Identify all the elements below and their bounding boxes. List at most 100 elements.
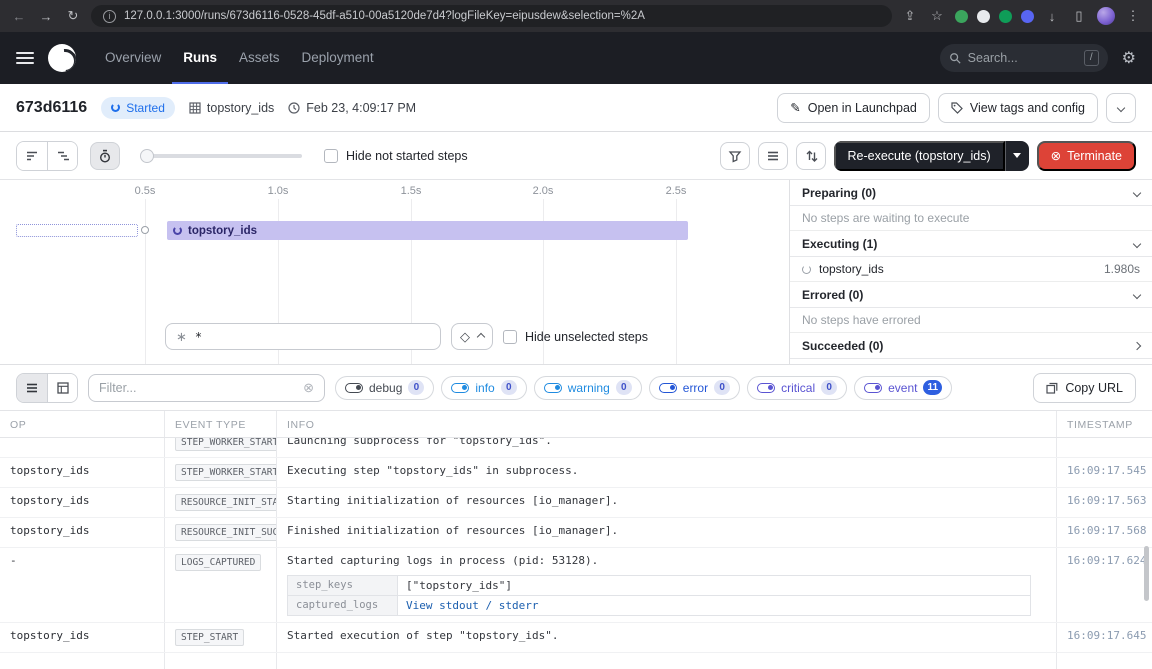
gantt-zoom-slider[interactable] xyxy=(142,154,302,158)
download-icon[interactable]: ↓ xyxy=(1043,9,1061,24)
filter-steps-button[interactable] xyxy=(720,142,750,170)
collapse-chevron-icon[interactable] xyxy=(477,332,485,340)
step-handle-icon[interactable] xyxy=(141,226,149,234)
section-preparing[interactable]: Preparing (0) xyxy=(790,180,1152,206)
url-bar[interactable]: i 127.0.0.1:3000/runs/673d6116-0528-45df… xyxy=(91,5,892,27)
log-row[interactable]: topstory_ids RESOURCE_INIT_SUCC... Finis… xyxy=(0,518,1152,548)
back-icon[interactable]: ← xyxy=(10,9,28,24)
section-errored[interactable]: Errored (0) xyxy=(790,282,1152,308)
forward-icon[interactable]: → xyxy=(37,9,55,24)
hide-not-started-checkbox[interactable] xyxy=(324,149,338,163)
terminate-button[interactable]: ⊗ Terminate xyxy=(1037,141,1136,171)
level-chip-debug[interactable]: debug 0 xyxy=(335,376,434,400)
nav-item-assets[interactable]: Assets xyxy=(228,32,291,84)
log-filter-input[interactable] xyxy=(99,381,297,395)
log-rows[interactable]: STEP_WORKER_STARTI... Launching subproce… xyxy=(0,438,1152,669)
toggle-on-icon[interactable] xyxy=(757,383,775,393)
step-selector-input[interactable] xyxy=(195,330,430,344)
reexecute-button[interactable]: Re-execute (topstory_ids) xyxy=(834,141,1005,171)
metadata-key: step_keys xyxy=(288,576,398,595)
nav-item-runs[interactable]: Runs xyxy=(172,32,228,84)
level-chip-warning[interactable]: warning 0 xyxy=(534,376,642,400)
log-list-view-button[interactable] xyxy=(17,374,47,402)
side-panel-icon[interactable]: ▯ xyxy=(1070,8,1088,24)
view-mode-group xyxy=(16,141,78,171)
log-timestamp[interactable]: 16:09:17.624 xyxy=(1057,548,1152,622)
log-op[interactable]: topstory_ids xyxy=(0,518,165,547)
reexecute-dropdown-button[interactable] xyxy=(1005,141,1029,171)
toggle-on-icon[interactable] xyxy=(451,383,469,393)
log-op[interactable]: topstory_ids xyxy=(0,623,165,652)
site-info-icon[interactable]: i xyxy=(103,10,116,23)
clear-filter-icon[interactable]: ⊗ xyxy=(303,380,314,396)
step-queued-phantom-bar xyxy=(16,224,138,237)
nav-item-deployment[interactable]: Deployment xyxy=(291,32,385,84)
browser-menu-icon[interactable]: ⋮ xyxy=(1124,8,1142,24)
log-timestamp[interactable]: 16:09:17.645 xyxy=(1057,623,1152,652)
extension-icon-4[interactable] xyxy=(1021,10,1034,23)
log-op[interactable] xyxy=(0,438,165,457)
toggle-on-icon[interactable] xyxy=(345,383,363,393)
toggle-on-icon[interactable] xyxy=(659,383,677,393)
extension-icon-1[interactable] xyxy=(955,10,968,23)
share-icon[interactable]: ⇪ xyxy=(901,8,919,24)
toggle-on-icon[interactable] xyxy=(864,383,882,393)
hide-unselected-checkbox-row[interactable]: Hide unselected steps xyxy=(503,330,648,344)
executing-step-row[interactable]: topstory_ids 1.980s xyxy=(790,257,1152,282)
extension-icon-3[interactable] xyxy=(999,10,1012,23)
log-row-logs-captured[interactable]: - LOGS_CAPTURED Started capturing logs i… xyxy=(0,548,1152,623)
hamburger-menu-icon[interactable] xyxy=(16,52,34,64)
run-status-badge[interactable]: Started xyxy=(101,97,175,119)
extension-icon-2[interactable] xyxy=(977,10,990,23)
flat-view-button[interactable] xyxy=(17,142,47,170)
log-timestamp[interactable]: 16:09:17.545 xyxy=(1057,458,1152,487)
gantt-controls: ∗ ◇ Hide unselected steps xyxy=(165,323,648,350)
open-in-launchpad-button[interactable]: ✎ Open in Launchpad xyxy=(777,93,930,123)
log-timestamp[interactable] xyxy=(1057,438,1152,457)
level-chip-critical[interactable]: critical 0 xyxy=(747,376,847,400)
waterfall-view-button[interactable] xyxy=(47,142,77,170)
log-timestamp[interactable]: 16:09:17.568 xyxy=(1057,518,1152,547)
section-succeeded[interactable]: Succeeded (0) xyxy=(790,333,1152,359)
timed-view-button[interactable] xyxy=(90,142,120,170)
level-chip-event[interactable]: event 11 xyxy=(854,376,952,400)
global-search[interactable]: Search... / xyxy=(940,44,1108,72)
log-table-view-button[interactable] xyxy=(47,374,77,402)
toggle-on-icon[interactable] xyxy=(544,383,562,393)
chevron-down-icon xyxy=(1133,239,1141,247)
copy-icon xyxy=(1046,382,1058,394)
dagster-logo[interactable] xyxy=(48,44,76,72)
section-executing[interactable]: Executing (1) xyxy=(790,231,1152,257)
level-chip-info[interactable]: info 0 xyxy=(441,376,526,400)
log-row[interactable]: topstory_ids RESOURCE_INIT_STAR... Start… xyxy=(0,488,1152,518)
sort-button[interactable] xyxy=(796,142,826,170)
log-op[interactable]: topstory_ids xyxy=(0,458,165,487)
hide-unselected-checkbox[interactable] xyxy=(503,330,517,344)
log-scrollbar-thumb[interactable] xyxy=(1144,546,1149,601)
log-info: Started capturing logs in process (pid: … xyxy=(287,554,598,567)
hide-not-started-checkbox-row[interactable]: Hide not started steps xyxy=(324,149,468,163)
view-stdout-stderr-link[interactable]: View stdout / stderr xyxy=(398,596,546,615)
reload-icon[interactable]: ↻ xyxy=(64,8,82,24)
level-chip-error[interactable]: error 0 xyxy=(649,376,740,400)
log-filter-input-wrap[interactable]: ⊗ xyxy=(88,374,325,402)
gear-icon[interactable]: ⚙ xyxy=(1122,48,1136,68)
view-tags-config-button[interactable]: View tags and config xyxy=(938,93,1098,123)
terminate-label: Terminate xyxy=(1067,149,1122,163)
log-row[interactable]: topstory_ids STEP_WORKER_STARTED Executi… xyxy=(0,458,1152,488)
step-selector[interactable]: ∗ xyxy=(165,323,441,350)
copy-url-button[interactable]: Copy URL xyxy=(1033,373,1136,403)
row-density-button[interactable] xyxy=(758,142,788,170)
nav-item-overview[interactable]: Overview xyxy=(94,32,172,84)
log-row[interactable]: STEP_WORKER_STARTI... Launching subproce… xyxy=(0,438,1152,458)
profile-avatar[interactable] xyxy=(1097,7,1115,25)
log-op[interactable]: topstory_ids xyxy=(0,488,165,517)
expand-all-icon[interactable]: ◇ xyxy=(460,329,470,345)
bookmark-star-icon[interactable]: ☆ xyxy=(928,8,946,24)
slider-knob[interactable] xyxy=(140,149,154,163)
gantt-step-bar[interactable]: topstory_ids xyxy=(167,221,688,240)
log-row[interactable]: topstory_ids STEP_START Started executio… xyxy=(0,623,1152,653)
run-header-more-button[interactable] xyxy=(1106,93,1136,123)
run-job-chip[interactable]: topstory_ids xyxy=(189,101,274,115)
log-timestamp[interactable]: 16:09:17.563 xyxy=(1057,488,1152,517)
